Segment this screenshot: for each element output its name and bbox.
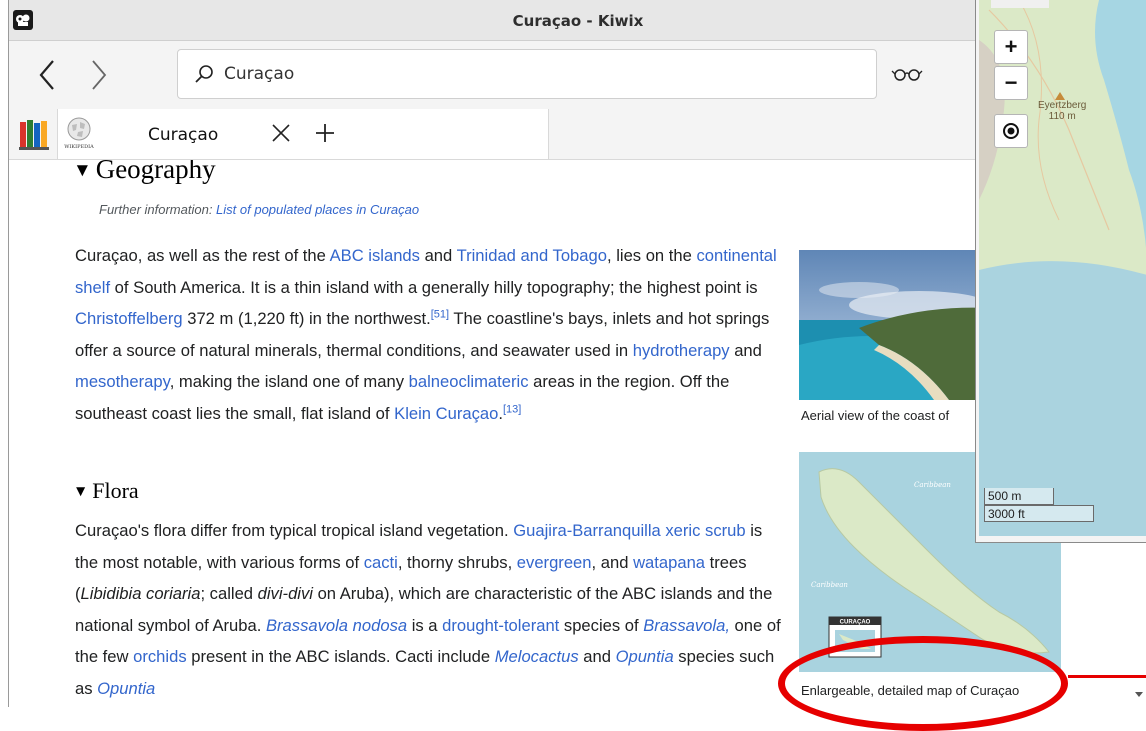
map-label-sea: Caribbean: [811, 581, 848, 589]
locate-button[interactable]: [994, 114, 1028, 148]
text: is a: [407, 615, 443, 635]
plus-icon[interactable]: [314, 122, 336, 144]
collapse-triangle-icon[interactable]: ▼: [73, 483, 88, 500]
heading-text: Flora: [92, 478, 139, 503]
hatnote: Further information: List of populated p…: [99, 202, 419, 217]
section-heading-geography[interactable]: ▼ Geography: [73, 160, 216, 185]
aerial-coast-image[interactable]: [799, 250, 989, 400]
link-drought-tolerant[interactable]: drought-tolerant: [442, 616, 559, 635]
place-elevation: 110 m: [1048, 111, 1076, 122]
hatnote-prefix: Further information:: [99, 202, 217, 217]
scale-metric: 500 m: [984, 488, 1054, 505]
zoom-in-button[interactable]: +: [994, 30, 1028, 64]
text: Curaçao, as well as the rest of the: [75, 246, 330, 265]
map-popup: + − Eyertzberg 110 m 500 m 3000 ft: [975, 0, 1146, 543]
wikipedia-logo-icon: WIKIPEDIA: [64, 117, 94, 150]
back-icon[interactable]: [29, 55, 69, 95]
forward-icon[interactable]: [77, 55, 117, 95]
text: species of: [559, 615, 644, 635]
link-guajira-scrub[interactable]: Guajira-Barranquilla xeric scrub: [513, 521, 745, 540]
reference-13[interactable]: [13]: [503, 403, 521, 415]
text: ; called: [200, 584, 258, 603]
locate-icon: [1003, 123, 1019, 139]
paragraph-flora: Curaçao's flora differ from typical trop…: [75, 515, 787, 704]
text: present in the ABC islands. Cacti includ…: [186, 647, 495, 666]
text: , making the island one of many: [169, 372, 409, 391]
link-cacti[interactable]: cacti: [364, 553, 398, 572]
link-opuntia[interactable]: Opuntia: [616, 647, 674, 666]
svg-text:WIKIPEDIA: WIKIPEDIA: [64, 144, 94, 150]
text: and: [419, 246, 457, 265]
text: , thorny shrubs,: [397, 552, 517, 572]
reading-glasses-icon[interactable]: [889, 61, 925, 89]
link-watapana[interactable]: watapana: [633, 553, 705, 572]
text: Curaçao's flora differ from typical trop…: [75, 521, 514, 540]
search-icon: [195, 65, 213, 83]
link-opuntia-2[interactable]: Opuntia: [97, 679, 155, 698]
search-input[interactable]: [224, 62, 844, 86]
map-label-sea: Caribbean: [914, 481, 951, 489]
text: and: [729, 340, 762, 360]
search-bar[interactable]: [177, 49, 877, 99]
map-place-label: Eyertzberg 110 m: [1038, 100, 1086, 122]
link-orchids[interactable]: orchids: [133, 647, 187, 666]
place-name: Eyertzberg: [1038, 100, 1087, 111]
heading-text: Geography: [95, 160, 216, 184]
collapse-triangle-icon[interactable]: ▼: [73, 160, 92, 181]
text: and: [578, 647, 616, 666]
link-balneoclimateric[interactable]: balneoclimateric: [409, 372, 529, 391]
italic-text: divi-divi: [257, 584, 313, 603]
link-evergreen[interactable]: evergreen: [517, 553, 592, 572]
section-heading-flora[interactable]: ▼ Flora: [73, 478, 139, 504]
link-mesotherapy[interactable]: mesotherapy: [75, 372, 170, 391]
text: , lies on the: [606, 246, 697, 265]
zoom-out-button[interactable]: −: [994, 66, 1028, 100]
tab-label: Curaçao: [148, 125, 219, 145]
link-hydrotherapy[interactable]: hydrotherapy: [633, 341, 730, 360]
text: 372 m (1,220 ft) in the northwest.: [182, 309, 431, 328]
close-icon[interactable]: [270, 122, 292, 144]
text: , and: [591, 552, 634, 572]
link-brassavola-nodosa[interactable]: Brassavola nodosa: [266, 616, 407, 635]
link-brassavola[interactable]: Brassavola,: [643, 616, 730, 635]
link-christoffelberg[interactable]: Christoffelberg: [75, 309, 183, 328]
map-inset-title: CURAÇAO: [840, 620, 871, 626]
link-abc-islands[interactable]: ABC islands: [330, 246, 420, 265]
library-icon[interactable]: [19, 118, 49, 150]
scale-imperial: 3000 ft: [984, 505, 1094, 522]
highlight-line: [1068, 675, 1146, 678]
scroll-down-icon[interactable]: [1132, 665, 1146, 707]
text: of South America. It is a thin island wi…: [110, 277, 758, 297]
paragraph-geography: Curaçao, as well as the rest of the ABC …: [75, 240, 787, 429]
tab-curacao[interactable]: WIKIPEDIA Curaçao: [57, 109, 549, 159]
italic-text: Libidibia coriaria: [80, 584, 201, 603]
hatnote-link[interactable]: List of populated places in Curaçao: [216, 202, 419, 217]
link-klein-curacao[interactable]: Klein Curaçao: [394, 404, 498, 423]
figure-caption: Aerial view of the coast of: [801, 408, 950, 423]
highlight-ellipse: [778, 636, 1068, 731]
link-trinidad[interactable]: Trinidad and Tobago: [457, 246, 607, 265]
reference-51[interactable]: [51]: [431, 308, 449, 320]
link-melocactus[interactable]: Melocactus: [495, 647, 579, 666]
